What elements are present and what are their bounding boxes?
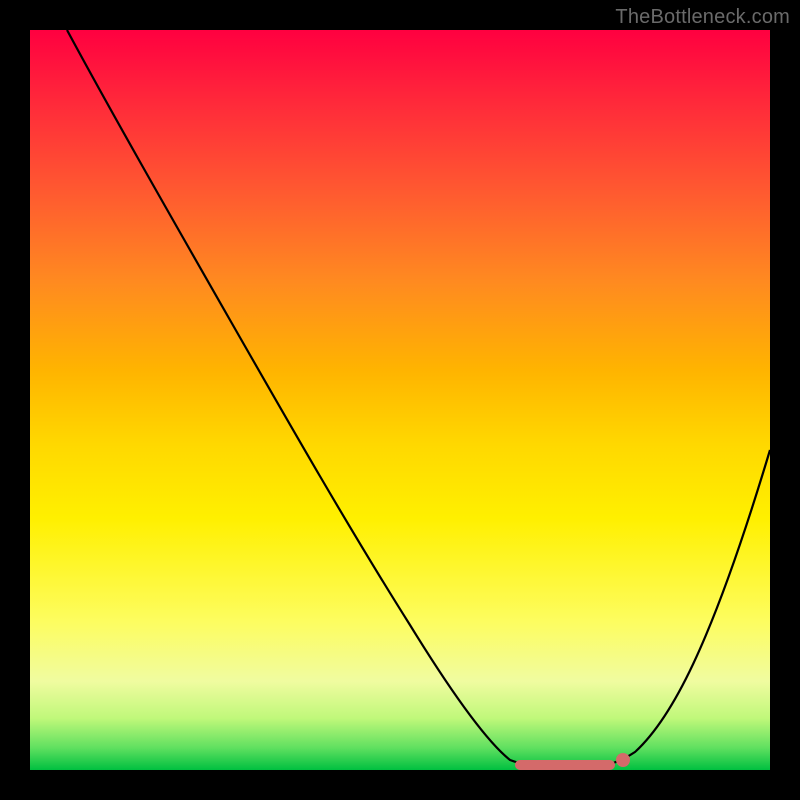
watermark-text: TheBottleneck.com [615, 6, 790, 29]
plot-area [30, 30, 770, 770]
bottleneck-curve [67, 30, 770, 768]
chart-container: TheBottleneck.com [0, 0, 800, 800]
optimal-point-marker [616, 753, 630, 767]
curve-layer [30, 30, 770, 770]
